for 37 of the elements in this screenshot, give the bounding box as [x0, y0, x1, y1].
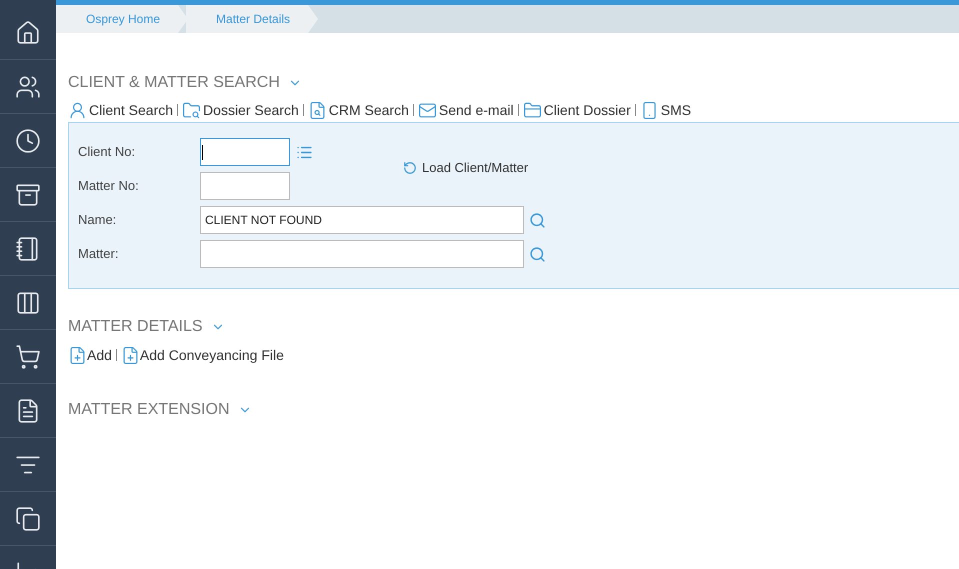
person-icon[interactable] — [68, 100, 87, 120]
field-label: Matter No: — [78, 177, 140, 196]
box-icon[interactable] — [15, 182, 41, 208]
search-icon[interactable] — [529, 212, 546, 228]
mail-icon[interactable] — [418, 100, 437, 120]
folder-icon[interactable] — [522, 100, 542, 120]
refresh-icon — [403, 161, 417, 175]
people-icon[interactable] — [15, 74, 41, 100]
books-icon[interactable] — [15, 290, 41, 316]
toolbar-link[interactable]: Add — [87, 344, 112, 366]
clock-icon[interactable] — [15, 128, 41, 154]
field-label: Name: — [78, 211, 118, 230]
section-title: MATTER EXTENSION — [68, 400, 230, 420]
load-button[interactable]: Load Client/Matter — [403, 157, 528, 179]
input-field[interactable]: CLIENT NOT FOUND — [200, 206, 524, 234]
section-title: CLIENT & MATTER SEARCH — [68, 73, 280, 93]
cart-icon[interactable] — [15, 344, 41, 370]
toolbar-link[interactable]: Add Conveyancing File — [140, 344, 284, 366]
search-icon[interactable] — [529, 246, 546, 262]
toolbar-link[interactable]: CRM Search — [328, 100, 409, 120]
file-add-icon[interactable] — [68, 346, 87, 364]
toolbar-link[interactable]: Client Dossier — [544, 100, 631, 120]
field-label: Matter: — [78, 245, 120, 264]
toolbar-link[interactable]: Send e-mail — [438, 100, 514, 120]
input-field[interactable] — [200, 138, 290, 166]
toolbar-link[interactable]: SMS — [660, 100, 692, 120]
input-field[interactable] — [200, 172, 290, 200]
home-icon[interactable] — [15, 20, 41, 46]
toolbar-link[interactable]: Client Search — [89, 100, 174, 120]
folder-search-icon[interactable] — [182, 100, 202, 120]
file-add-icon[interactable] — [120, 346, 140, 364]
copy-icon[interactable] — [15, 506, 41, 532]
field-label: Client No: — [78, 143, 136, 162]
section-title: MATTER DETAILS — [68, 317, 203, 337]
file-search-icon[interactable] — [308, 100, 327, 120]
toolbar-link[interactable]: Dossier Search — [203, 100, 299, 120]
input-field[interactable] — [200, 240, 524, 268]
